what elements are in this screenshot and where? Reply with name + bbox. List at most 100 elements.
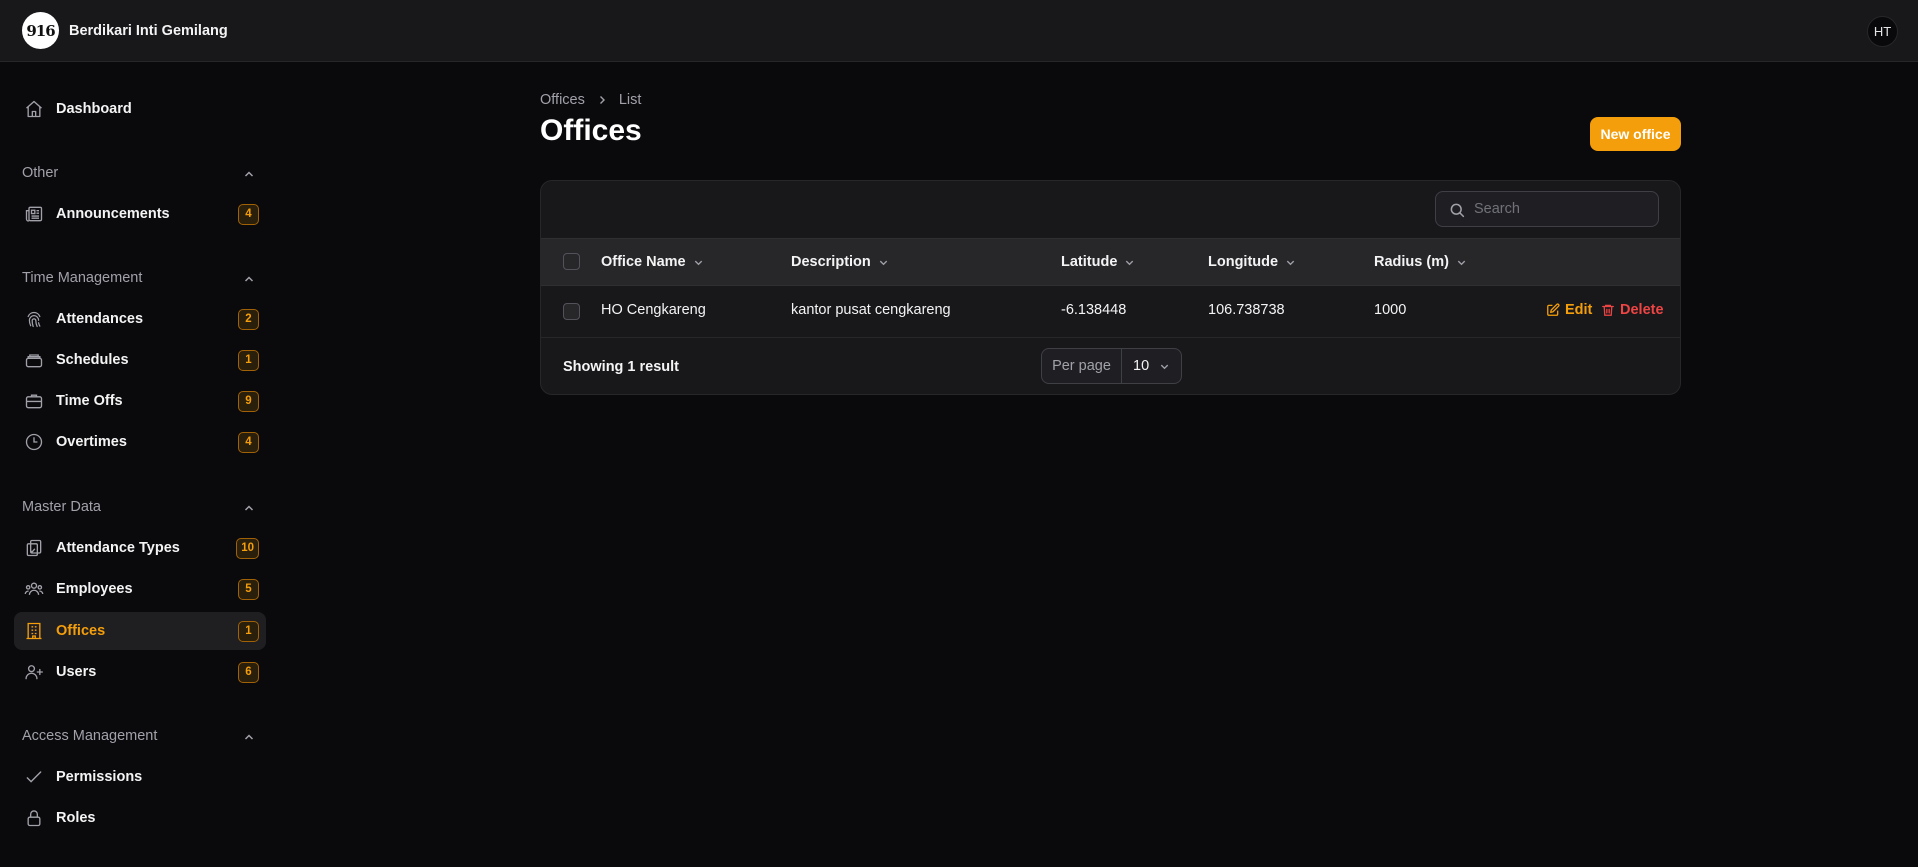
count-badge: 1	[238, 349, 259, 371]
edit-button[interactable]: Edit	[1546, 302, 1592, 318]
sidebar-item-label: Attendance Types	[56, 540, 180, 556]
chevron-down-icon	[1456, 257, 1467, 268]
count-badge: 1	[238, 620, 259, 642]
count-badge: 5	[238, 578, 259, 600]
sidebar-item-label: Users	[56, 664, 97, 680]
sidebar-item-overtimes[interactable]: Overtimes 4	[14, 423, 266, 461]
company-name: Berdikari Inti Gemilang	[69, 22, 228, 39]
briefcase-icon	[24, 391, 44, 411]
sidebar-item-label: Dashboard	[56, 101, 132, 117]
sidebar-item-permissions[interactable]: Permissions	[14, 758, 266, 796]
group-label-time-management: Time Management	[22, 270, 143, 286]
chevron-up-icon[interactable]	[243, 168, 255, 180]
sidebar-item-roles[interactable]: Roles	[14, 799, 266, 837]
group-label-access-management: Access Management	[22, 728, 158, 744]
newspaper-icon	[24, 204, 44, 224]
per-page-select[interactable]: Per page 10	[1041, 348, 1182, 384]
building-icon	[24, 621, 44, 641]
sidebar-item-label: Announcements	[56, 206, 170, 222]
count-badge: 6	[238, 661, 259, 683]
column-header-label: Longitude	[1208, 254, 1279, 270]
column-header-description[interactable]: Description	[791, 254, 889, 270]
sidebar-item-users[interactable]: Users 6	[14, 653, 266, 691]
cell-office-name: HO Cengkareng	[601, 302, 706, 318]
stack-icon	[24, 350, 44, 370]
sidebar-item-label: Time Offs	[56, 393, 123, 409]
page-title: Offices	[540, 114, 642, 147]
column-header-radius[interactable]: Radius (m)	[1374, 254, 1467, 270]
breadcrumb: Offices List	[540, 92, 641, 108]
chevron-up-icon[interactable]	[243, 731, 255, 743]
delete-button[interactable]: Delete	[1601, 302, 1664, 318]
sidebar-item-attendance-types[interactable]: Attendance Types 10	[14, 529, 266, 567]
company-logo: 916	[22, 12, 59, 49]
cell-description: kantor pusat cengkareng	[791, 302, 951, 318]
chevron-down-icon	[878, 257, 889, 268]
chevron-right-icon	[597, 95, 607, 105]
count-badge: 2	[238, 308, 259, 330]
chevron-down-icon	[1285, 257, 1296, 268]
users-icon	[24, 579, 44, 599]
per-page-value: 10	[1133, 358, 1150, 374]
sidebar-item-label: Schedules	[56, 352, 129, 368]
column-header-longitude[interactable]: Longitude	[1208, 254, 1296, 270]
count-badge: 4	[238, 431, 259, 453]
top-bar: 916 Berdikari Inti Gemilang HT	[0, 0, 1918, 62]
sidebar-item-label: Employees	[56, 581, 133, 597]
results-count: Showing 1 result	[563, 359, 680, 375]
edit-icon	[1546, 303, 1560, 317]
row-checkbox[interactable]	[563, 303, 580, 320]
select-all-checkbox[interactable]	[563, 253, 580, 270]
sidebar-item-announcements[interactable]: Announcements 4	[14, 195, 266, 233]
user-avatar[interactable]: HT	[1867, 16, 1898, 47]
per-page-dropdown[interactable]: 10	[1122, 349, 1181, 383]
sidebar-item-dashboard[interactable]: Dashboard	[14, 90, 266, 128]
sidebar-item-attendances[interactable]: Attendances 2	[14, 300, 266, 338]
table-header: Office Name Description Latitude Longitu…	[541, 238, 1680, 286]
brand[interactable]: 916 Berdikari Inti Gemilang	[22, 12, 228, 49]
breadcrumb-current: List	[618, 92, 642, 108]
check-icon	[24, 767, 44, 787]
chevron-down-icon	[693, 257, 704, 268]
sidebar-item-schedules[interactable]: Schedules 1	[14, 341, 266, 379]
count-badge: 9	[238, 390, 259, 412]
chevron-down-icon	[1159, 361, 1170, 372]
sidebar-item-label: Attendances	[56, 311, 144, 327]
fingerprint-icon	[24, 309, 44, 329]
search-box[interactable]	[1435, 191, 1659, 227]
column-header-label: Office Name	[601, 254, 686, 270]
sidebar-item-label: Overtimes	[56, 434, 127, 450]
group-label-other: Other	[22, 165, 59, 181]
breadcrumb-link-offices[interactable]: Offices	[540, 92, 585, 108]
cell-latitude: -6.138448	[1061, 302, 1127, 318]
count-badge: 4	[238, 203, 259, 225]
search-input[interactable]	[1474, 192, 1654, 226]
edit-label: Edit	[1565, 302, 1593, 318]
column-header-label: Radius (m)	[1374, 254, 1449, 270]
home-icon	[24, 99, 44, 119]
table-row[interactable]: HO Cengkareng kantor pusat cengkareng -6…	[541, 286, 1680, 338]
group-label-master-data: Master Data	[22, 499, 101, 515]
per-page-label: Per page	[1042, 349, 1122, 383]
clock-icon	[24, 432, 44, 452]
column-header-label: Description	[791, 254, 871, 270]
column-header-office-name[interactable]: Office Name	[601, 254, 704, 270]
column-header-label: Latitude	[1061, 254, 1118, 270]
trash-icon	[1601, 303, 1615, 317]
cell-radius: 1000	[1374, 302, 1407, 318]
count-badge: 10	[236, 537, 259, 559]
chevron-up-icon[interactable]	[243, 273, 255, 285]
chevron-down-icon	[1124, 257, 1135, 268]
sidebar-item-employees[interactable]: Employees 5	[14, 570, 266, 608]
search-icon	[1448, 201, 1466, 219]
delete-label: Delete	[1620, 302, 1664, 318]
column-header-latitude[interactable]: Latitude	[1061, 254, 1135, 270]
lock-icon	[24, 808, 44, 828]
chevron-up-icon[interactable]	[243, 502, 255, 514]
cell-longitude: 106.738738	[1208, 302, 1285, 318]
new-office-button[interactable]: New office	[1590, 117, 1681, 151]
sidebar-item-offices[interactable]: Offices 1	[14, 612, 266, 650]
sidebar-item-time-offs[interactable]: Time Offs 9	[14, 382, 266, 420]
user-plus-icon	[24, 662, 44, 682]
sidebar-item-label: Permissions	[56, 769, 143, 785]
